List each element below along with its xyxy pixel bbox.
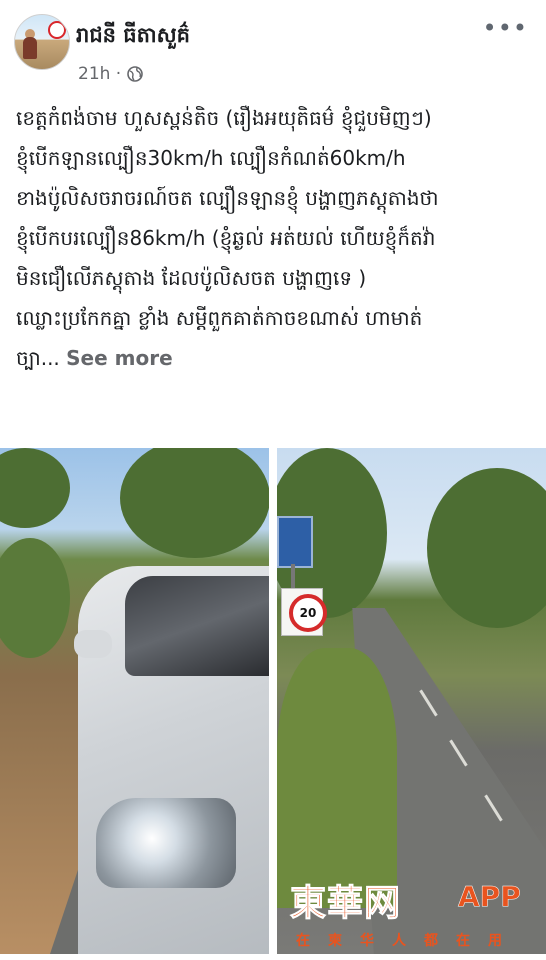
globe-icon [127, 66, 144, 82]
watermark-slogan: 在柬华人都在用 [296, 933, 520, 949]
author-name[interactable]: រាជនី ធីតាសួគ៌ [76, 22, 190, 53]
post-line-4: ខ្ញុំបើកបរល្បឿន86km/h (ខ្ញុំឆ្ងល់ អត់យល់… [16, 226, 436, 250]
post-line-3: ខាងប៉ូលិសចរាចរណ៍ចត ល្បឿនឡានខ្ញុំ បង្ហាញភ… [16, 186, 439, 210]
post-header: រាជនី ធីតាសួគ៌ 21h · ••• [0, 0, 546, 95]
photo-car[interactable] [0, 448, 269, 954]
tree [427, 468, 546, 628]
post-line-5: មិនជឿលើភស្តុតាង ដែលប៉ូលិសចត បង្ហាញទេ ) [16, 266, 367, 290]
post-truncated-text: ច្បា... [16, 346, 60, 370]
post-line-1: ខេត្តកំពង់ចាម ហួសស្ពន់តិច (រឿងអយុតិធម៌ ខ… [16, 106, 432, 130]
post-time[interactable]: 21h · [78, 64, 121, 84]
post-line-6: ឈ្លោះប្រកែកគ្នា ខ្លាំង សម្ដីពួកគាត់កាចខណ… [16, 306, 423, 330]
photo-divider [269, 448, 277, 954]
tree [0, 538, 70, 658]
car-windshield [125, 576, 269, 676]
avatar-sign-icon [48, 21, 66, 39]
tree [0, 448, 70, 528]
car-headlight [96, 798, 236, 888]
more-options-icon[interactable]: ••• [483, 14, 528, 42]
post-line-2: ខ្ញុំបើកឡានល្បឿន30km/h ល្បឿនកំណត់60km/h [16, 146, 406, 170]
grass [277, 648, 397, 908]
watermark-brand: 東華网 [289, 883, 402, 925]
see-more-link[interactable]: See more [66, 346, 173, 370]
watermark-app: APP [458, 880, 521, 914]
watermark: 東華网 APP 在柬华人都在用 [289, 874, 540, 954]
car-mirror [74, 630, 112, 658]
billboard [277, 516, 313, 568]
speed-limit-sign: 20 [289, 594, 327, 632]
avatar-person [23, 37, 37, 59]
post-text: ខេត្តកំពង់ចាម ហួសស្ពន់តិច (រឿងអយុតិធម៌ ខ… [16, 98, 532, 378]
post-meta: 21h · [78, 64, 144, 84]
avatar[interactable] [14, 14, 70, 70]
tree [120, 448, 269, 558]
post-line-7: ច្បា... See more [16, 338, 532, 378]
